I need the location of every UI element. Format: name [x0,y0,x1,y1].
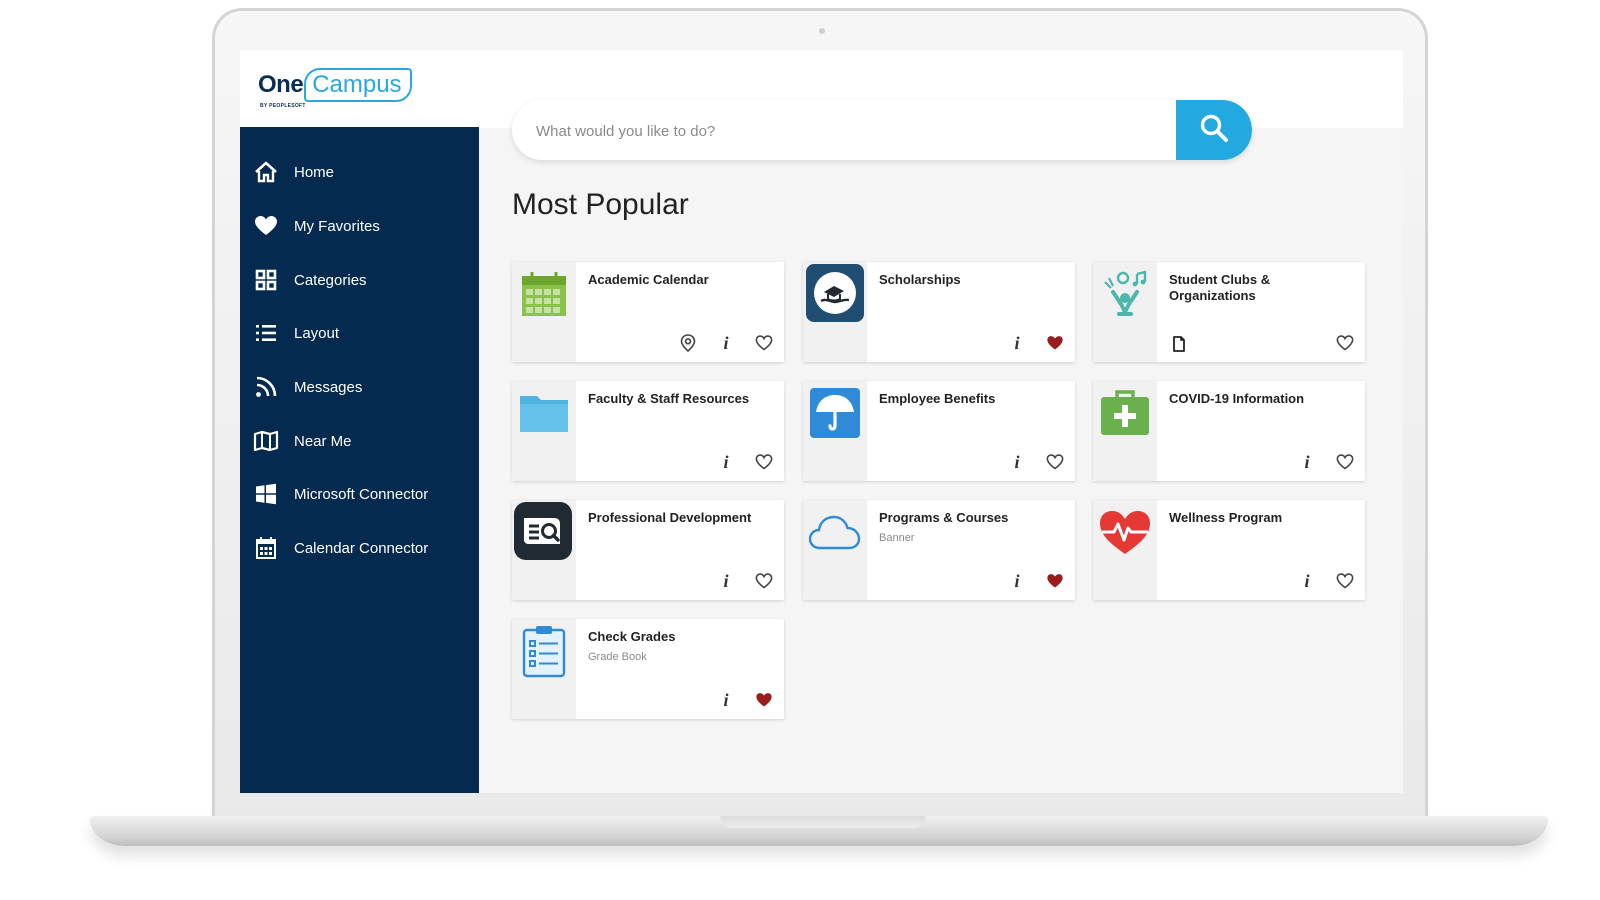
calendar-icon [252,536,280,560]
info-icon[interactable]: i [716,333,736,353]
sidebar-item-label: Near Me [294,432,352,450]
heart-outline-icon[interactable] [754,452,774,472]
sidebar-item-label: Microsoft Connector [294,485,429,503]
sidebar: Home My Favorites Categories Layout Mess… [240,127,479,793]
grid-icon [252,268,280,292]
search-button[interactable] [1176,100,1252,160]
location-icon[interactable] [678,333,698,353]
first-aid-icon [1096,384,1154,442]
heart-filled-icon[interactable] [1045,333,1065,353]
card-scholarships[interactable]: Scholarships i [803,262,1075,362]
card-title: Academic Calendar [588,272,709,287]
sidebar-item-categories[interactable]: Categories [252,264,472,296]
sidebar-item-microsoft-connector[interactable]: Microsoft Connector [252,478,472,510]
card-title: Employee Benefits [879,391,996,406]
card-title: Faculty & Staff Resources [588,391,750,406]
card-title: Scholarships [879,272,961,287]
windows-icon [252,482,280,506]
heart-outline-icon[interactable] [754,333,774,353]
card-title: Student Clubs & Organizations [1169,272,1271,303]
laptop-camera [819,28,825,34]
calendar-icon [515,265,573,323]
card-academic-calendar[interactable]: Academic Calendar i [512,262,784,362]
card-professional-development[interactable]: Professional Development i [512,500,784,600]
card-faculty-staff-resources[interactable]: Faculty & Staff Resources i [512,381,784,481]
clubs-icon [1096,265,1154,323]
app-screen: One Campus BY PEOPLESOFT Home My Favorit… [240,50,1403,793]
sidebar-item-label: Messages [294,378,363,396]
home-icon [252,160,280,184]
heart-filled-icon[interactable] [1045,571,1065,591]
info-icon[interactable]: i [716,690,736,710]
card-title: Professional Development [588,510,752,525]
onecampus-logo[interactable]: One Campus BY PEOPLESOFT [258,68,412,109]
logo-text-campus: Campus [304,68,412,102]
card-programs-courses[interactable]: Programs & Courses Banner i [803,500,1075,600]
info-icon[interactable]: i [1297,452,1317,472]
sidebar-item-label: My Favorites [294,217,380,235]
heart-outline-icon[interactable] [1335,571,1355,591]
card-employee-benefits[interactable]: Employee Benefits i [803,381,1075,481]
map-icon [252,429,280,453]
card-wellness-program[interactable]: Wellness Program i [1093,500,1365,600]
clipboard-icon [515,622,573,680]
sidebar-item-label: Calendar Connector [294,539,429,557]
info-icon[interactable]: i [1007,452,1027,472]
card-check-grades[interactable]: Check Grades Grade Book i [512,619,784,719]
card-student-clubs[interactable]: Student Clubs & Organizations [1093,262,1365,362]
search-input[interactable] [534,100,1178,162]
rss-icon [252,375,280,399]
sidebar-item-label: Layout [294,324,340,342]
logo-byline: BY PEOPLESOFT [260,103,306,109]
umbrella-icon [806,384,864,442]
sidebar-item-home[interactable]: Home [252,156,472,188]
sidebar-item-label: Home [294,163,335,181]
laptop-notch [720,816,926,828]
sidebar-item-calendar-connector[interactable]: Calendar Connector [252,532,472,564]
scholarship-icon [806,264,864,322]
sidebar-item-near-me[interactable]: Near Me [252,425,472,457]
card-subtitle: Grade Book [588,651,647,663]
heart-outline-icon[interactable] [1045,452,1065,472]
card-title: COVID-19 Information [1169,391,1305,406]
card-title: Programs & Courses [879,510,1009,525]
card-title: Wellness Program [1169,510,1283,525]
sidebar-item-messages[interactable]: Messages [252,371,472,403]
heart-filled-icon[interactable] [754,690,774,710]
heart-outline-icon[interactable] [1335,333,1355,353]
cloud-icon [806,503,864,561]
search-icon [1199,113,1229,148]
card-covid-19-information[interactable]: COVID-19 Information i [1093,381,1365,481]
heart-outline-icon[interactable] [1335,452,1355,472]
info-icon[interactable]: i [1007,571,1027,591]
heartbeat-icon [1096,503,1154,561]
card-title: Check Grades [588,629,676,644]
info-icon[interactable]: i [1297,571,1317,591]
book-search-icon [514,502,572,560]
card-subtitle: Banner [879,532,915,544]
page-title: Most Popular [512,188,689,221]
logo-text-one: One [258,71,304,98]
info-icon[interactable]: i [716,452,736,472]
document-icon[interactable] [1169,334,1189,354]
heart-outline-icon[interactable] [754,571,774,591]
list-icon [252,321,280,345]
folder-icon [515,384,573,442]
sidebar-item-layout[interactable]: Layout [252,317,472,349]
sidebar-item-label: Categories [294,271,367,289]
info-icon[interactable]: i [716,571,736,591]
search-bar [512,100,1252,162]
heart-icon [252,214,280,238]
sidebar-item-my-favorites[interactable]: My Favorites [252,210,472,242]
info-icon[interactable]: i [1007,333,1027,353]
